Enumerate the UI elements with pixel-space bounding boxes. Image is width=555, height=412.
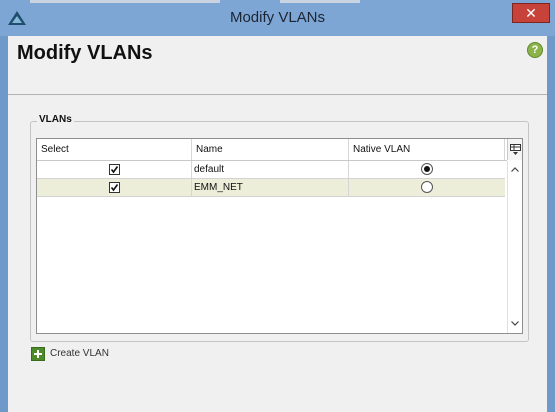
native-vlan-radio[interactable] <box>421 163 433 175</box>
select-checkbox[interactable] <box>109 182 120 193</box>
vlans-group: VLANs Select Name Native VLAN default EM… <box>30 114 529 342</box>
native-vlan-radio[interactable] <box>421 181 433 193</box>
column-chooser-button[interactable] <box>507 139 522 160</box>
column-header-name[interactable]: Name <box>192 139 349 160</box>
radio-selected-dot <box>424 166 430 172</box>
background-strip <box>30 0 220 3</box>
checkmark-icon <box>110 184 119 192</box>
background-strip <box>280 0 360 3</box>
select-cell <box>37 161 192 178</box>
table-rows: default EMM_NET <box>37 161 505 197</box>
native-vlan-cell <box>349 179 505 196</box>
page-title: Modify VLANs <box>17 42 153 64</box>
title-bar[interactable]: Modify VLANs ✕ <box>0 0 555 36</box>
window-title: Modify VLANs <box>229 9 326 26</box>
body-panel: VLANs Select Name Native VLAN default EM… <box>8 95 547 412</box>
vertical-scrollbar[interactable] <box>507 161 522 333</box>
column-header-select[interactable]: Select <box>37 139 192 160</box>
column-header-native-vlan[interactable]: Native VLAN <box>349 139 505 160</box>
vlans-table: Select Name Native VLAN default EMM_NET <box>36 138 523 334</box>
group-legend: VLANs <box>37 114 74 125</box>
create-vlan-button[interactable]: Create VLAN <box>31 347 121 361</box>
scroll-up-icon[interactable] <box>511 167 519 172</box>
table-row[interactable]: EMM_NET <box>37 179 505 197</box>
scroll-down-icon[interactable] <box>511 321 519 326</box>
select-cell <box>37 179 192 196</box>
plus-icon <box>31 347 45 361</box>
table-row[interactable]: default <box>37 161 505 179</box>
vlan-name-cell: EMM_NET <box>192 179 349 196</box>
native-vlan-cell <box>349 161 505 178</box>
select-checkbox[interactable] <box>109 164 120 175</box>
column-chooser-icon <box>510 144 521 155</box>
help-icon[interactable]: ? <box>527 42 543 58</box>
checkmark-icon <box>110 166 119 174</box>
close-button[interactable]: ✕ <box>512 3 550 23</box>
vlan-name-cell: default <box>192 161 349 178</box>
create-vlan-label: Create VLAN <box>50 348 109 359</box>
close-icon: ✕ <box>525 5 537 21</box>
table-header: Select Name Native VLAN <box>37 139 507 161</box>
header-panel: Modify VLANs ? <box>8 36 547 95</box>
